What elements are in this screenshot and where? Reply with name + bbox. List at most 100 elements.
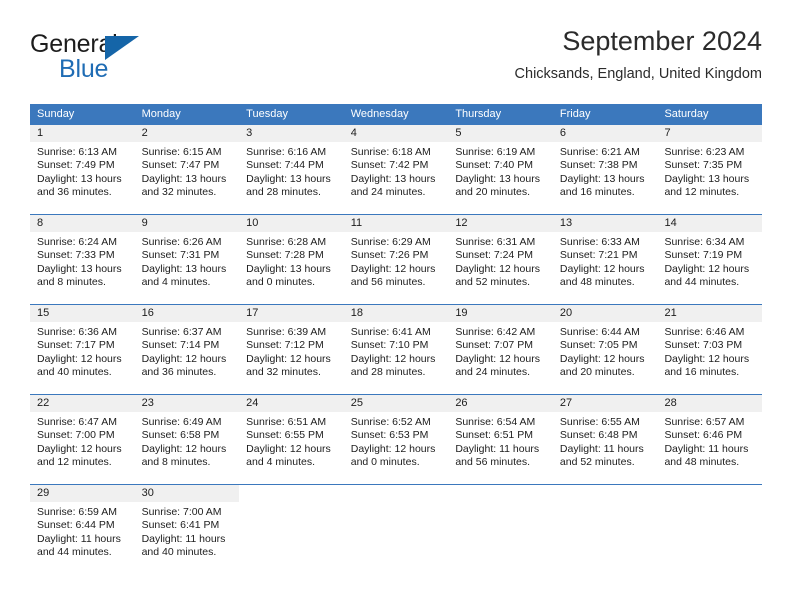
day-details: Sunrise: 6:26 AM Sunset: 7:31 PM Daylight:… <box>135 232 240 290</box>
day-cell[interactable]: 21 Sunrise: 6:46 AM Sunset: 7:03 PM Dayligh… <box>657 305 763 394</box>
sunset-text: Sunset: 6:46 PM <box>664 429 743 442</box>
day-cell[interactable]: 14 Sunrise: 6:34 AM Sunset: 7:19 PM Dayligh… <box>657 215 763 304</box>
sunset-text: Sunset: 7:35 PM <box>664 159 743 172</box>
sunset-text: Sunset: 6:55 PM <box>246 429 324 442</box>
weekday-header-wednesday: Wednesday <box>350 108 409 120</box>
day-cell[interactable]: 10 Sunrise: 6:28 AM Sunset: 7:28 PM Dayligh… <box>239 215 344 304</box>
day-cell[interactable]: 28 Sunrise: 6:57 AM Sunset: 6:46 PM Dayligh… <box>657 395 763 484</box>
day-cell[interactable]: 23 Sunrise: 6:49 AM Sunset: 6:58 PM Dayligh… <box>134 395 240 484</box>
day-number: 16 <box>134 305 240 322</box>
sunrise-text: Sunrise: 6:39 AM <box>246 326 327 338</box>
day-cell[interactable]: 27 Sunrise: 6:55 AM Sunset: 6:48 PM Dayligh… <box>552 395 658 484</box>
sunset-text: Sunset: 7:03 PM <box>664 339 743 352</box>
sunrise-text: Sunrise: 6:41 AM <box>350 326 431 338</box>
weekday-header-friday: Friday <box>559 108 591 120</box>
day-details: Sunrise: 6:55 AM Sunset: 6:48 PM Daylight:… <box>553 412 658 470</box>
day-cell[interactable]: 30 Sunrise: 7:00 AM Sunset: 6:41 PM Dayligh… <box>134 485 240 574</box>
day-details: Sunrise: 6:18 AM Sunset: 7:42 PM Daylight:… <box>344 142 449 200</box>
sunset-text: Sunset: 7:38 PM <box>559 159 638 172</box>
day-details: Sunrise: 6:16 AM Sunset: 7:44 PM Daylight:… <box>239 142 344 200</box>
page-header: General Blue September 2024 Chicksands, … <box>30 24 762 94</box>
day-cell[interactable]: 15 Sunrise: 6:36 AM Sunset: 7:17 PM Dayligh… <box>30 305 135 394</box>
day-number: 11 <box>343 215 449 232</box>
day-cell[interactable]: 18 Sunrise: 6:41 AM Sunset: 7:10 PM Dayligh… <box>343 305 449 394</box>
day-cell[interactable]: 19 Sunrise: 6:42 AM Sunset: 7:07 PM Dayligh… <box>448 305 553 394</box>
day-number: 26 <box>448 395 553 412</box>
day-cell[interactable]: 16 Sunrise: 6:37 AM Sunset: 7:14 PM Dayligh… <box>134 305 240 394</box>
day-cell[interactable]: 17 Sunrise: 6:39 AM Sunset: 7:12 PM Dayligh… <box>239 305 344 394</box>
sunrise-text: Sunrise: 6:52 AM <box>350 416 431 428</box>
day-cell[interactable]: 13 Sunrise: 6:33 AM Sunset: 7:21 PM Dayligh… <box>552 215 658 304</box>
day-number: 14 <box>657 215 763 232</box>
daylight-text: Daylight: 12 hours and 8 minutes. <box>141 442 227 469</box>
day-cell[interactable]: 9 Sunrise: 6:26 AM Sunset: 7:31 PM Daylight… <box>134 215 240 304</box>
day-cell[interactable]: 3 Sunrise: 6:16 AM Sunset: 7:44 PM Daylight… <box>239 125 344 214</box>
day-number: 2 <box>134 125 240 142</box>
day-cell[interactable]: 8 Sunrise: 6:24 AM Sunset: 7:33 PM Daylight… <box>30 215 135 304</box>
day-details: Sunrise: 6:49 AM Sunset: 6:58 PM Daylight:… <box>135 412 240 470</box>
daylight-text: Daylight: 12 hours and 16 minutes. <box>664 352 750 379</box>
calendar-week-row: 8 Sunrise: 6:24 AM Sunset: 7:33 PM Daylight… <box>30 214 763 304</box>
day-details: Sunrise: 6:24 AM Sunset: 7:33 PM Daylight:… <box>30 232 135 290</box>
day-cell[interactable]: 29 Sunrise: 6:59 AM Sunset: 6:44 PM Dayligh… <box>30 485 135 574</box>
daylight-text: Daylight: 13 hours and 28 minutes. <box>246 172 331 199</box>
daylight-text: Daylight: 13 hours and 16 minutes. <box>559 172 645 199</box>
daylight-text: Daylight: 12 hours and 40 minutes. <box>37 352 122 379</box>
day-cell[interactable]: 6 Sunrise: 6:21 AM Sunset: 7:38 PM Daylight… <box>552 125 658 214</box>
day-number: 7 <box>657 125 763 142</box>
day-number <box>239 485 344 502</box>
daylight-text: Daylight: 11 hours and 52 minutes. <box>559 442 644 469</box>
daylight-text: Daylight: 12 hours and 0 minutes. <box>350 442 436 469</box>
weekday-header-tuesday: Tuesday <box>246 108 288 120</box>
sunset-text: Sunset: 6:53 PM <box>350 429 429 442</box>
sunrise-text: Sunrise: 6:37 AM <box>141 326 222 338</box>
sunrise-text: Sunrise: 6:21 AM <box>559 146 640 158</box>
day-cell[interactable]: 2 Sunrise: 6:15 AM Sunset: 7:47 PM Daylight… <box>134 125 240 214</box>
day-cell[interactable]: 12 Sunrise: 6:31 AM Sunset: 7:24 PM Dayligh… <box>448 215 553 304</box>
sunset-text: Sunset: 7:40 PM <box>455 159 533 172</box>
day-cell[interactable]: 11 Sunrise: 6:29 AM Sunset: 7:26 PM Dayligh… <box>343 215 449 304</box>
day-cell[interactable]: 24 Sunrise: 6:51 AM Sunset: 6:55 PM Dayligh… <box>239 395 344 484</box>
sunset-text: Sunset: 7:47 PM <box>141 159 220 172</box>
calendar-week-row: 15 Sunrise: 6:36 AM Sunset: 7:17 PM Dayligh… <box>30 304 763 394</box>
sunset-text: Sunset: 7:14 PM <box>141 339 220 352</box>
sunset-text: Sunset: 6:44 PM <box>37 519 115 532</box>
triangle-icon <box>105 36 139 60</box>
day-cell[interactable]: 4 Sunrise: 6:18 AM Sunset: 7:42 PM Daylight… <box>343 125 449 214</box>
day-cell[interactable]: 25 Sunrise: 6:52 AM Sunset: 6:53 PM Dayligh… <box>343 395 449 484</box>
day-number: 18 <box>343 305 449 322</box>
day-details: Sunrise: 6:57 AM Sunset: 6:46 PM Daylight:… <box>657 412 762 470</box>
sunset-text: Sunset: 7:19 PM <box>664 249 743 262</box>
day-cell[interactable]: 1 Sunrise: 6:13 AM Sunset: 7:49 PM Daylight… <box>30 125 135 214</box>
day-details: Sunrise: 6:28 AM Sunset: 7:28 PM Daylight:… <box>239 232 344 290</box>
day-cell[interactable]: 5 Sunrise: 6:19 AM Sunset: 7:40 PM Daylight… <box>448 125 553 214</box>
sunset-text: Sunset: 7:21 PM <box>559 249 638 262</box>
brand-logo[interactable]: General Blue <box>30 30 250 86</box>
sunrise-text: Sunrise: 6:19 AM <box>455 146 536 158</box>
daylight-text: Daylight: 12 hours and 44 minutes. <box>664 262 750 289</box>
day-number <box>657 485 763 502</box>
weekday-header-row: Sunday Monday Tuesday Wednesday Thursday Frid… <box>30 104 762 125</box>
sunrise-text: Sunrise: 6:18 AM <box>350 146 431 158</box>
day-details: Sunrise: 6:41 AM Sunset: 7:10 PM Daylight:… <box>344 322 449 380</box>
daylight-text: Daylight: 12 hours and 52 minutes. <box>455 262 540 289</box>
daylight-text: Daylight: 13 hours and 32 minutes. <box>141 172 227 199</box>
day-number: 22 <box>30 395 135 412</box>
day-cell[interactable]: 26 Sunrise: 6:54 AM Sunset: 6:51 PM Dayligh… <box>448 395 553 484</box>
day-details: Sunrise: 6:15 AM Sunset: 7:47 PM Daylight:… <box>135 142 240 200</box>
brand-name-blue: Blue <box>59 55 109 83</box>
day-cell[interactable]: 7 Sunrise: 6:23 AM Sunset: 7:35 PM Daylight… <box>657 125 763 214</box>
sunrise-text: Sunrise: 6:13 AM <box>37 146 117 158</box>
sunrise-text: Sunrise: 6:28 AM <box>246 236 327 248</box>
daylight-text: Daylight: 13 hours and 20 minutes. <box>455 172 540 199</box>
day-cell[interactable]: 20 Sunrise: 6:44 AM Sunset: 7:05 PM Dayligh… <box>552 305 658 394</box>
daylight-text: Daylight: 12 hours and 36 minutes. <box>141 352 227 379</box>
page-title: September 2024 <box>562 26 762 56</box>
sunrise-text: Sunrise: 6:57 AM <box>664 416 745 428</box>
day-cell[interactable]: 22 Sunrise: 6:47 AM Sunset: 7:00 PM Dayligh… <box>30 395 135 484</box>
sunset-text: Sunset: 7:42 PM <box>350 159 429 172</box>
calendar-body: 1 Sunrise: 6:13 AM Sunset: 7:49 PM Daylight… <box>30 125 763 574</box>
day-details: Sunrise: 6:21 AM Sunset: 7:38 PM Daylight:… <box>553 142 658 200</box>
day-details: Sunrise: 6:47 AM Sunset: 7:00 PM Daylight:… <box>30 412 135 470</box>
day-number: 20 <box>552 305 658 322</box>
